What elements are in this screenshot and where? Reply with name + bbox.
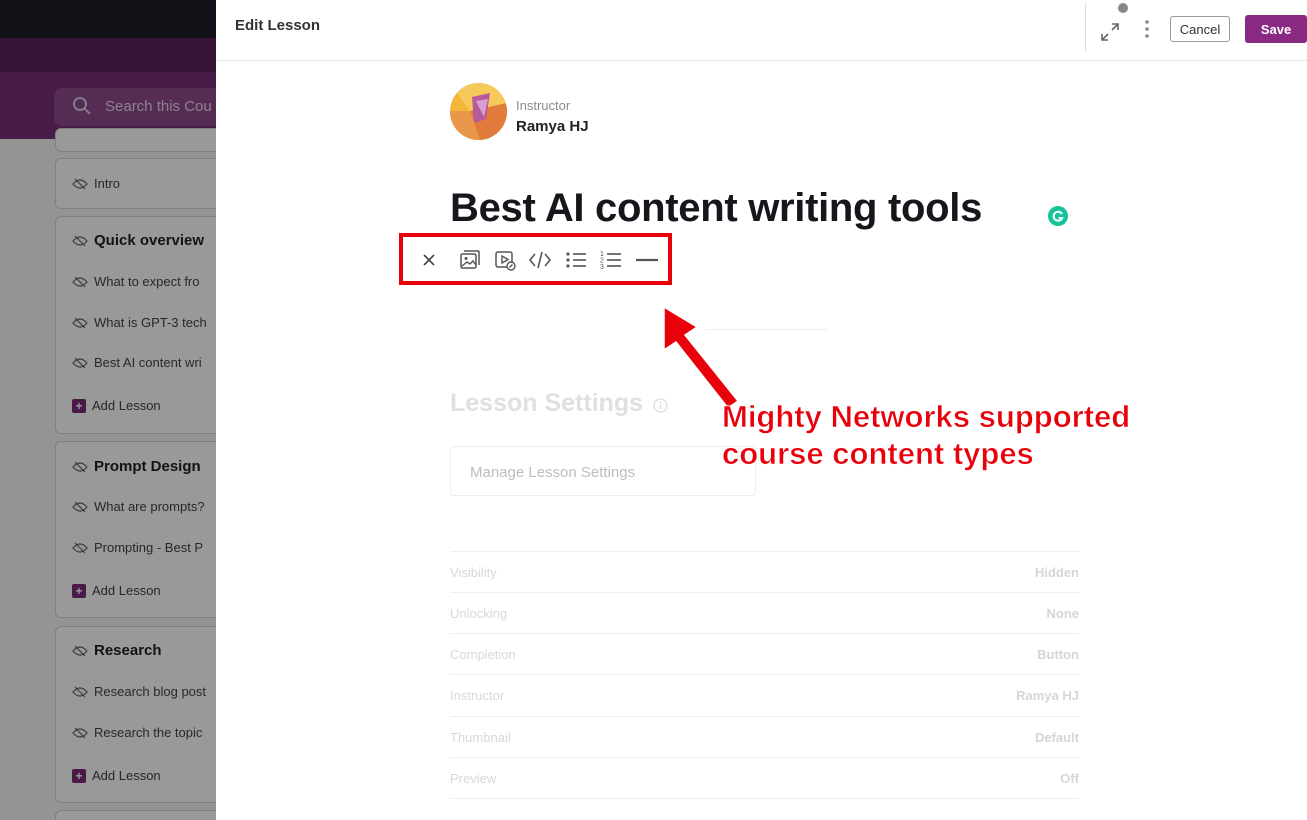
setting-value: Button bbox=[1037, 647, 1079, 662]
instructor-avatar bbox=[450, 83, 507, 140]
setting-label: Instructor bbox=[450, 688, 505, 703]
setting-value: Default bbox=[1034, 730, 1079, 745]
save-button[interactable]: Save bbox=[1245, 15, 1307, 43]
grammarly-icon[interactable] bbox=[1048, 206, 1068, 226]
setting-label: Unlocking bbox=[450, 606, 508, 621]
setting-row[interactable]: Thumbnail Default bbox=[450, 716, 1079, 758]
setting-label: Completion bbox=[450, 647, 516, 662]
video-link-icon[interactable] bbox=[493, 248, 517, 272]
setting-label: Thumbnail bbox=[450, 730, 511, 745]
avatar-image bbox=[450, 83, 507, 140]
setting-value: None bbox=[1046, 606, 1080, 621]
cancel-button[interactable]: Cancel bbox=[1170, 16, 1230, 42]
divider-icon[interactable] bbox=[635, 248, 659, 272]
setting-value: Hidden bbox=[1034, 565, 1079, 580]
setting-row[interactable]: Unlocking None bbox=[450, 592, 1079, 634]
setting-value: Ramya HJ bbox=[1016, 688, 1079, 703]
content-divider bbox=[706, 329, 828, 330]
instructor-role: Instructor bbox=[516, 98, 571, 113]
header-divider bbox=[1085, 3, 1086, 52]
setting-row[interactable]: Visibility Hidden bbox=[450, 551, 1079, 593]
bullet-list-icon[interactable] bbox=[564, 248, 588, 272]
setting-row[interactable]: Completion Button bbox=[450, 633, 1079, 675]
lesson-settings-title: Lesson Settings bbox=[450, 389, 644, 417]
setting-row[interactable]: Instructor Ramya HJ bbox=[450, 674, 1079, 716]
more-options-icon[interactable] bbox=[1139, 18, 1155, 40]
info-icon[interactable] bbox=[653, 398, 668, 413]
modal-title: Edit Lesson bbox=[235, 17, 321, 34]
close-icon[interactable] bbox=[417, 248, 441, 272]
setting-value: Off bbox=[1060, 771, 1079, 786]
setting-label: Visibility bbox=[450, 565, 497, 580]
numbered-list-icon[interactable]: 1 2 3 bbox=[599, 248, 623, 272]
svg-text:3: 3 bbox=[600, 264, 604, 271]
setting-label: Preview bbox=[450, 771, 497, 786]
lesson-title[interactable]: Best AI content writing tools bbox=[450, 186, 982, 231]
annotation-callout: Mighty Networks supported course content… bbox=[722, 398, 1162, 472]
embed-code-icon[interactable] bbox=[528, 248, 552, 272]
annotation-line-2: course content types bbox=[722, 436, 1034, 472]
manage-lesson-settings-label: Manage Lesson Settings bbox=[470, 464, 636, 481]
insert-toolbar: 1 2 3 bbox=[399, 233, 672, 285]
setting-row[interactable]: Preview Off bbox=[450, 757, 1079, 799]
modal-header: Edit Lesson Cancel Save bbox=[216, 0, 1307, 61]
status-dot bbox=[1118, 3, 1128, 13]
instructor-name: Ramya HJ bbox=[516, 118, 589, 135]
settings-bottom-border bbox=[450, 798, 1079, 799]
image-gallery-icon[interactable] bbox=[458, 248, 482, 272]
manage-lesson-settings-button[interactable]: Manage Lesson Settings bbox=[450, 446, 756, 496]
annotation-line-1: Mighty Networks supported bbox=[722, 399, 1131, 435]
expand-icon[interactable] bbox=[1099, 21, 1121, 43]
